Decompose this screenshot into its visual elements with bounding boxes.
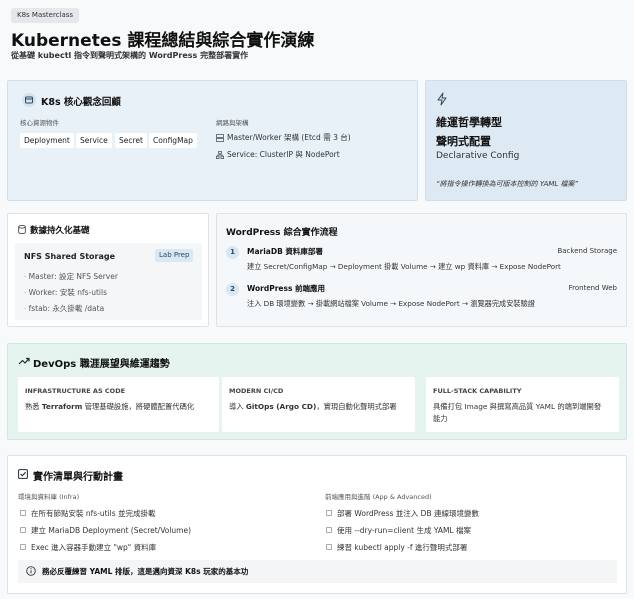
network-icon <box>216 151 224 159</box>
list-item: · fstab: 永久掛載 /data <box>24 304 105 313</box>
trending-up-icon <box>18 356 30 366</box>
todo-checkbox[interactable] <box>20 527 26 533</box>
resource-pill: ConfigMap <box>149 133 197 148</box>
devops-item: INFRASTRUCTURE AS CODE 熟悉 Terraform 管理基礎… <box>18 377 219 432</box>
list-item: · Master: 設定 NFS Server <box>24 272 118 281</box>
devops-item-text: 導入 GitOps (Argo CD)，實現自動化聲明式部署 <box>229 402 397 411</box>
resource-pill: Deployment <box>20 133 74 148</box>
todo-checkbox[interactable] <box>326 544 332 550</box>
todo-checkbox[interactable] <box>326 510 332 516</box>
persistence-card: 數據持久化基礎 NFS Shared Storage Lab Prep · Ma… <box>7 213 209 327</box>
resources-label: 核心資源物件 <box>20 119 59 127</box>
devops-card: DevOps 職涯展望與維運趨勢 INFRASTRUCTURE AS CODE … <box>7 343 627 440</box>
todo-item: 在所有節點安裝 nfs-utils 並完成掛載 <box>31 509 156 518</box>
step-title: WordPress 前端應用 <box>247 284 326 293</box>
todo-item: Exec 進入容器手動建立 "wp" 資料庫 <box>31 543 157 552</box>
network-label: 網路與架構 <box>216 119 249 127</box>
resource-pill: Service <box>76 133 112 148</box>
devops-title: DevOps 職涯展望與維運趨勢 <box>33 359 170 370</box>
actions-card: 實作清單與行動計畫 環境與資料庫 (Infra) 在所有節點安裝 nfs-uti… <box>7 455 627 594</box>
todo-item: 使用 --dry-run=client 生成 YAML 檔案 <box>337 526 472 535</box>
workflow-card: WordPress 綜合實作流程 1 MariaDB 資料庫部署 Backend… <box>216 213 627 327</box>
checkbox-checked-icon <box>18 469 28 479</box>
info-icon <box>26 566 36 576</box>
devops-item: FULL-STACK CAPABILITY 具備打包 Image 與撰寫高品質 … <box>426 377 619 432</box>
note-banner: 務必反覆練習 YAML 排版，這是邁向資深 K8s 玩家的基本功 <box>18 560 617 583</box>
philosophy-line2: 聲明式配置 <box>436 135 491 148</box>
page-subtitle: 從基礎 kubectl 指令到聲明式架構的 WordPress 完整部署實作 <box>11 51 249 60</box>
step-desc: 建立 Secret/ConfigMap → Deployment 掛載 Volu… <box>247 262 561 271</box>
philosophy-line3: Declarative Config <box>436 151 520 161</box>
network-item: Service: ClusterIP 與 NodePort <box>227 150 340 159</box>
step-tag: Frontend Web <box>568 284 617 292</box>
note-text: 務必反覆練習 YAML 排版，這是邁向資深 K8s 玩家的基本功 <box>42 567 249 576</box>
concepts-card: K8s 核心觀念回顧 核心資源物件 Deployment Service Sec… <box>7 80 418 201</box>
philosophy-card: 維運哲學轉型 聲明式配置 Declarative Config “將指令操作轉換… <box>425 80 627 201</box>
database-icon <box>18 225 26 234</box>
lab-prep-badge: Lab Prep <box>155 249 194 262</box>
layout-icon <box>22 93 36 107</box>
todo-checkbox[interactable] <box>326 527 332 533</box>
devops-item-label: MODERN CI/CD <box>229 387 284 395</box>
workflow-title: WordPress 綜合實作流程 <box>226 228 338 238</box>
app-label: 前端應用與進階 (App & Advanced) <box>325 493 432 501</box>
todo-item: 部署 WordPress 並注入 DB 連線環境變數 <box>337 509 479 518</box>
philosophy-line1: 維運哲學轉型 <box>436 116 502 129</box>
infra-label: 環境與資料庫 (Infra) <box>18 493 80 501</box>
resource-pill: Secret <box>115 133 147 148</box>
list-item: · Worker: 安裝 nfs-utils <box>24 288 107 297</box>
step-number: 1 <box>226 246 239 259</box>
philosophy-quote: “將指令操作轉換為可版本控制的 YAML 檔案” <box>436 180 579 188</box>
step-desc: 注入 DB 環境變數 → 掛載網站檔案 Volume → Expose Node… <box>247 299 535 308</box>
server-icon <box>216 134 224 142</box>
todo-item: 建立 MariaDB Deployment (Secret/Volume) <box>31 526 192 535</box>
todo-checkbox[interactable] <box>20 544 26 550</box>
page-title: Kubernetes 課程總結與綜合實作演練 <box>11 31 315 51</box>
nfs-title: NFS Shared Storage <box>24 252 116 261</box>
devops-item-label: INFRASTRUCTURE AS CODE <box>25 387 126 395</box>
lightning-icon <box>436 92 448 106</box>
devops-item-text: 具備打包 Image 與撰寫高品質 YAML 的端到端開發 <box>433 402 602 411</box>
concepts-title: K8s 核心觀念回顧 <box>41 97 121 108</box>
actions-title: 實作清單與行動計畫 <box>33 472 123 483</box>
devops-item-text: 熟悉 Terraform 管理基礎設施，將硬體配置代碼化 <box>25 402 195 411</box>
nfs-panel: NFS Shared Storage Lab Prep · Master: 設定… <box>15 243 202 320</box>
step-tag: Backend Storage <box>557 247 617 255</box>
persistence-title: 數據持久化基礎 <box>30 226 90 236</box>
devops-item: MODERN CI/CD 導入 GitOps (Argo CD)，實現自動化聲明… <box>222 377 415 432</box>
todo-checkbox[interactable] <box>20 510 26 516</box>
devops-item-text: 能力 <box>433 414 448 423</box>
course-tag: K8s Masterclass <box>11 8 80 23</box>
todo-item: 練習 kubectl apply -f 進行聲明式部署 <box>337 543 468 552</box>
network-item: Master/Worker 架構 (Etcd 需 3 台) <box>227 133 351 142</box>
step-title: MariaDB 資料庫部署 <box>247 247 323 256</box>
devops-item-label: FULL-STACK CAPABILITY <box>433 387 522 395</box>
step-number: 2 <box>226 283 239 296</box>
